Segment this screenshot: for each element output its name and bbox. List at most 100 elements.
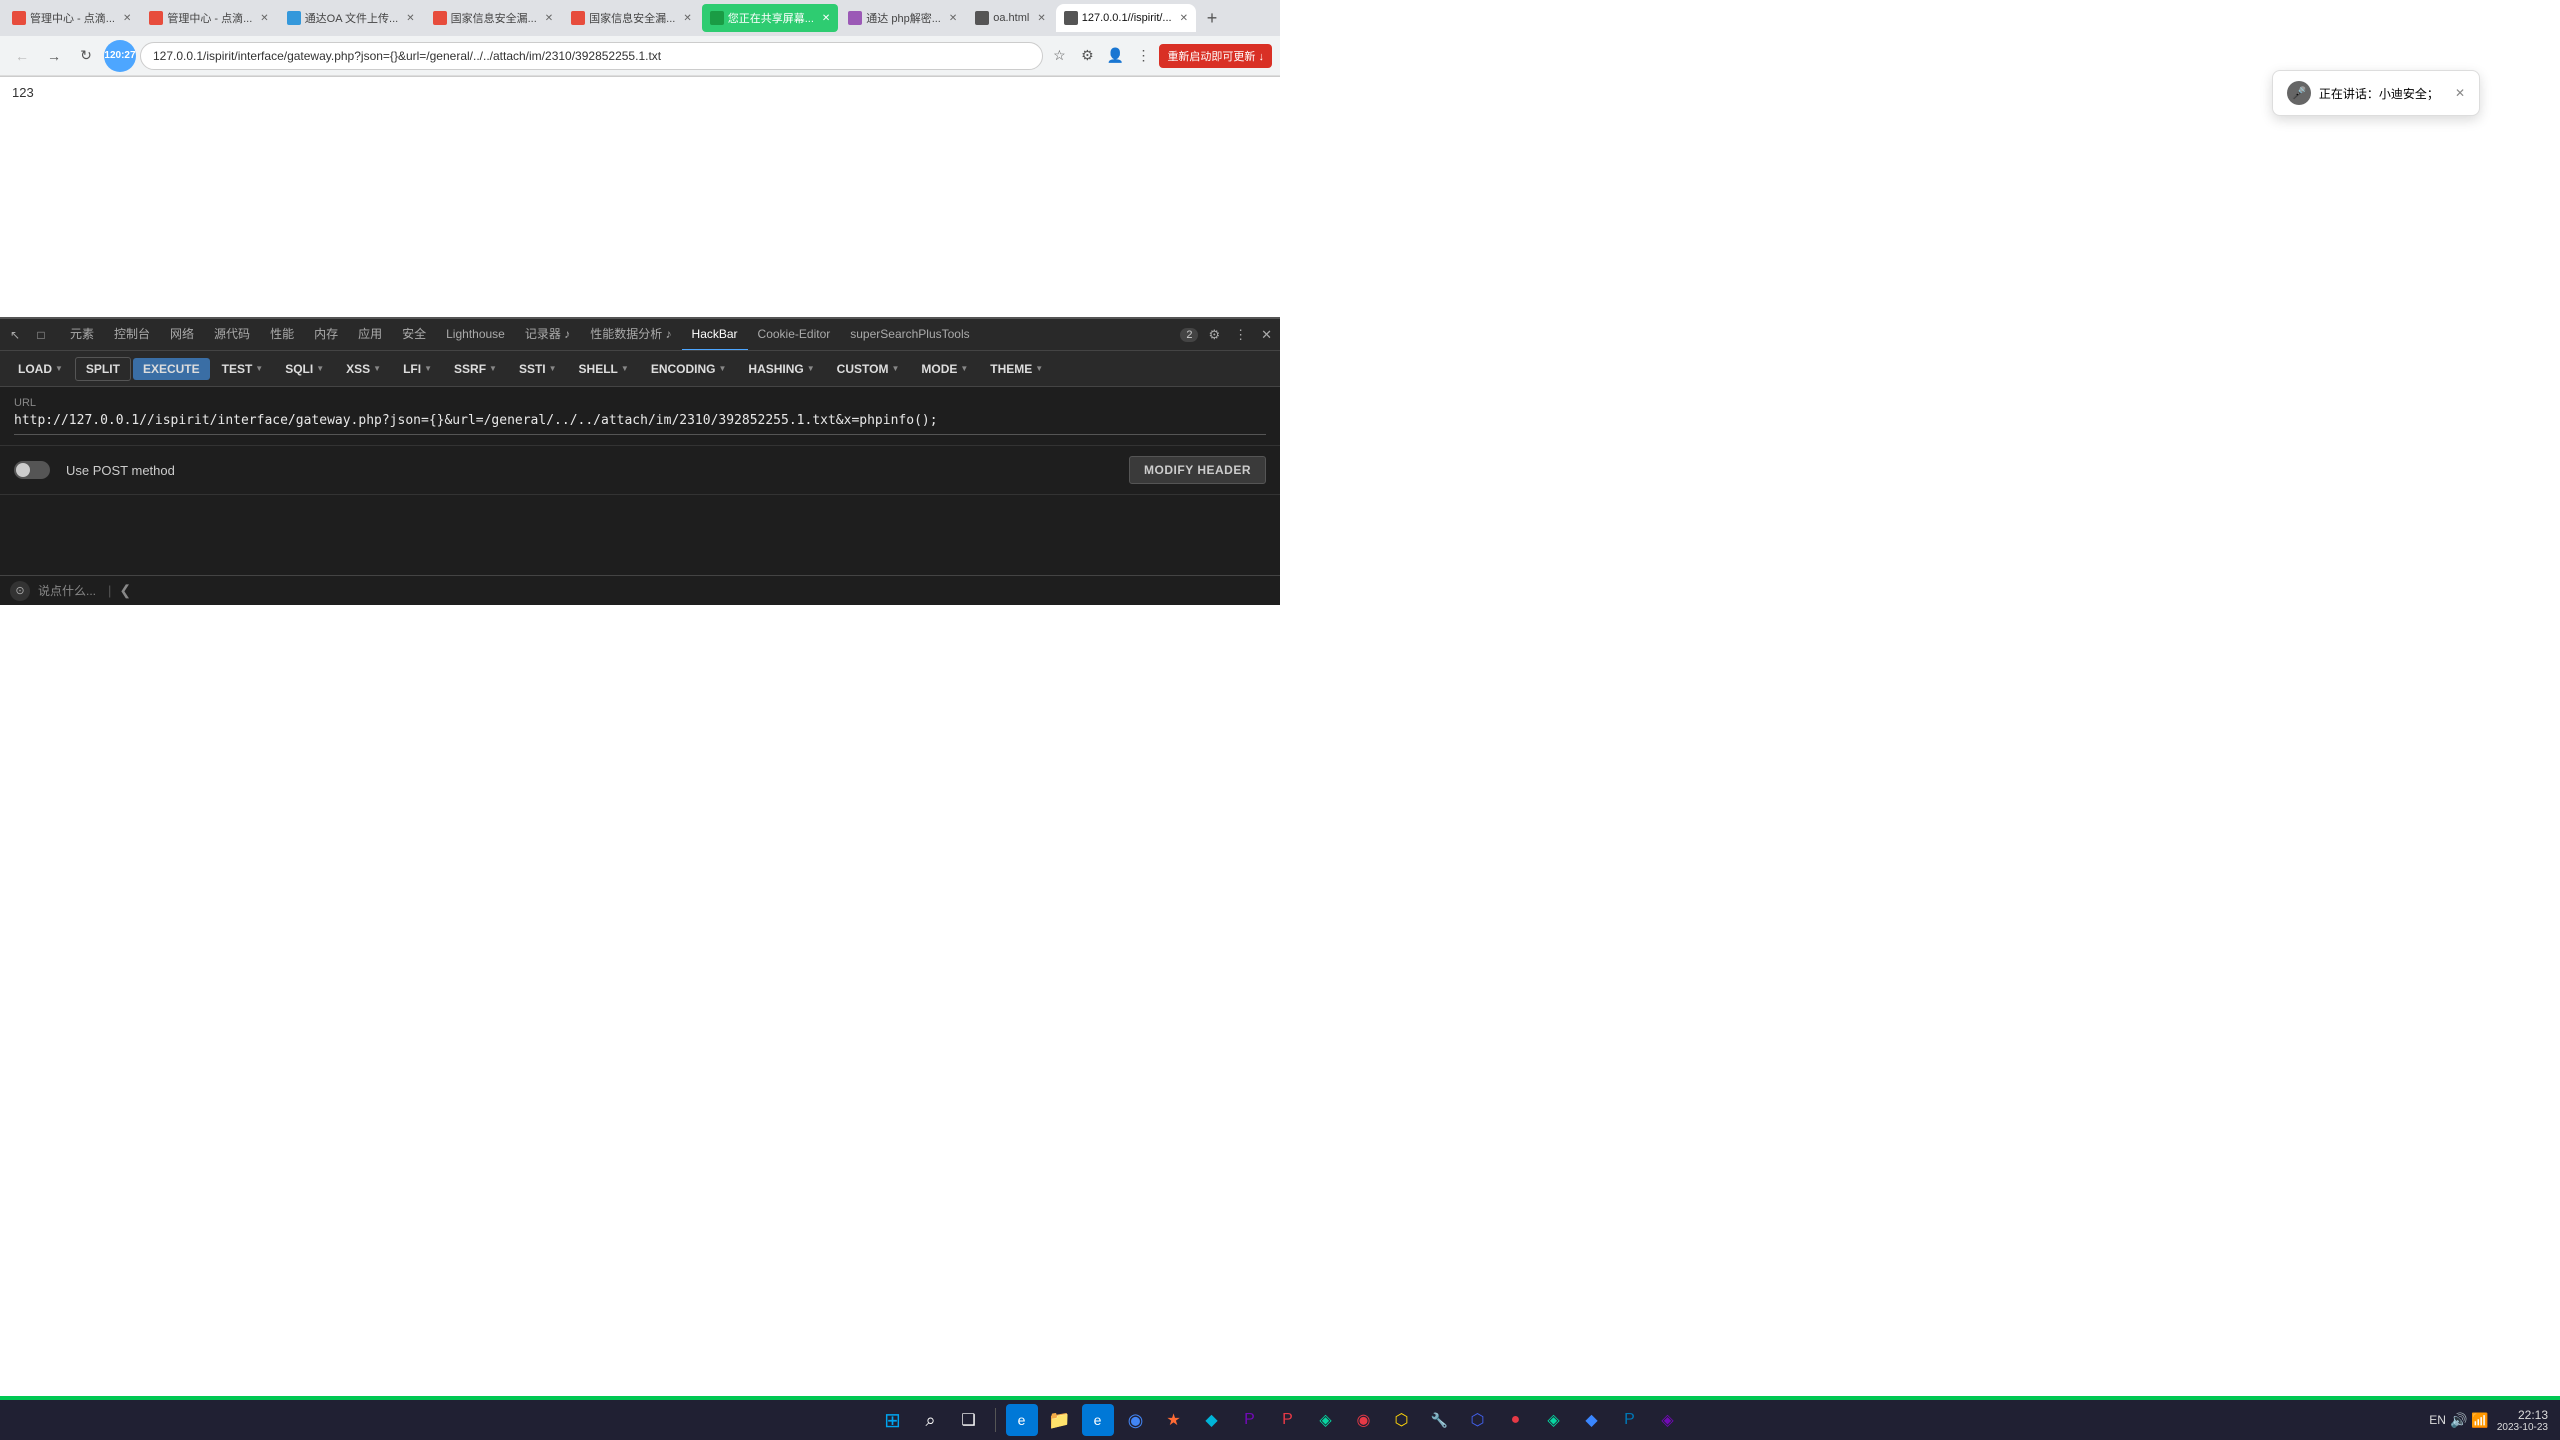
tab-elements[interactable]: 元素 — [60, 319, 104, 351]
hackbar-xss-button[interactable]: XSS ▼ — [336, 358, 391, 380]
extension-icon[interactable]: ⚙ — [1075, 44, 1099, 68]
tab-supersearch[interactable]: superSearchPlusTools — [840, 319, 979, 351]
hackbar-load-button[interactable]: LOAD ▼ — [8, 358, 73, 380]
tab-6[interactable]: 您正在共享屏幕... ✕ — [702, 4, 839, 32]
tab-sources[interactable]: 源代码 — [204, 319, 260, 351]
hackbar-ssti-button[interactable]: SSTI ▼ — [509, 358, 567, 380]
app6-icon[interactable]: ◉ — [1348, 1404, 1380, 1436]
hackbar-encoding-button[interactable]: ENCODING ▼ — [641, 358, 737, 380]
hackbar-hashing-button[interactable]: HASHING ▼ — [738, 358, 824, 380]
hackbar-mode-button[interactable]: MODE ▼ — [911, 358, 978, 380]
hackbar-split-button[interactable]: SPLIT — [75, 357, 131, 381]
app2-icon[interactable]: ◆ — [1196, 1404, 1228, 1436]
app10-icon[interactable]: ● — [1500, 1404, 1532, 1436]
devtools-badge: 2 — [1180, 328, 1198, 342]
system-clock[interactable]: 22:13 2023-10-23 — [2497, 1408, 2548, 1433]
tab-network[interactable]: 网络 — [160, 319, 204, 351]
tab-close-5[interactable]: ✕ — [683, 13, 691, 24]
ssti-arrow: ▼ — [549, 364, 557, 373]
tab-5[interactable]: 国家信息安全漏... ✕ — [563, 4, 700, 32]
explorer-taskbar-icon[interactable]: 📁 — [1044, 1404, 1076, 1436]
notification-close[interactable]: ✕ — [2455, 86, 2465, 100]
hackbar-lfi-button[interactable]: LFI ▼ — [393, 358, 442, 380]
volume-icon[interactable]: 🔊 — [2450, 1412, 2467, 1429]
tab-favicon-8 — [975, 11, 989, 25]
search-icon[interactable]: ⌕ — [915, 1404, 947, 1436]
app14-icon[interactable]: ◈ — [1652, 1404, 1684, 1436]
edge-taskbar-icon[interactable]: e — [1006, 1404, 1038, 1436]
taskbar-right: EN 🔊 📶 22:13 2023-10-23 — [2429, 1408, 2548, 1433]
app13-icon[interactable]: P — [1614, 1404, 1646, 1436]
app12-icon[interactable]: ◆ — [1576, 1404, 1608, 1436]
hackbar-sqli-button[interactable]: SQLI ▼ — [275, 358, 334, 380]
tab-7[interactable]: 通达 php解密... ✕ — [840, 4, 965, 32]
taskview-icon[interactable]: ❑ — [953, 1404, 985, 1436]
tab-close-3[interactable]: ✕ — [406, 13, 414, 24]
hackbar-shell-button[interactable]: SHELL ▼ — [569, 358, 639, 380]
tab-1[interactable]: 管理中心 - 点滴... ✕ — [4, 4, 139, 32]
network-icon[interactable]: 📶 — [2471, 1412, 2488, 1429]
tab-2[interactable]: 管理中心 - 点滴... ✕ — [141, 4, 276, 32]
hackbar-ssrf-button[interactable]: SSRF ▼ — [444, 358, 507, 380]
tab-recorder[interactable]: 记录器 ♪ — [515, 319, 580, 351]
forward-button[interactable]: → — [40, 42, 68, 70]
tab-close-4[interactable]: ✕ — [545, 13, 553, 24]
edge2-taskbar-icon[interactable]: e — [1082, 1404, 1114, 1436]
keyboard-icon: EN — [2429, 1413, 2446, 1427]
post-method-toggle[interactable] — [14, 461, 50, 479]
refresh-button[interactable]: ↻ — [72, 42, 100, 70]
devtools-pointer-icon[interactable]: ↖ — [4, 324, 26, 346]
user-icon[interactable]: 👤 — [1103, 44, 1127, 68]
tab-security[interactable]: 安全 — [392, 319, 436, 351]
tab-close-1[interactable]: ✕ — [123, 13, 131, 24]
tab-8[interactable]: oa.html ✕ — [967, 4, 1053, 32]
url-value[interactable]: http://127.0.0.1//ispirit/interface/gate… — [14, 413, 1266, 435]
devtools-device-icon[interactable]: □ — [30, 324, 52, 346]
tab-console[interactable]: 控制台 — [104, 319, 160, 351]
tab-close-8[interactable]: ✕ — [1037, 13, 1045, 24]
tab-hackbar[interactable]: HackBar — [682, 319, 748, 351]
app8-icon[interactable]: 🔧 — [1424, 1404, 1456, 1436]
app4-icon[interactable]: P — [1272, 1404, 1304, 1436]
windows-icon[interactable]: ⊞ — [877, 1404, 909, 1436]
load-arrow: ▼ — [55, 364, 63, 373]
tab-lighthouse[interactable]: Lighthouse — [436, 319, 515, 351]
hackbar-theme-button[interactable]: THEME ▼ — [980, 358, 1053, 380]
back-button[interactable]: ← — [8, 42, 36, 70]
tab-close-7[interactable]: ✕ — [949, 13, 957, 24]
tab-3[interactable]: 通达OA 文件上传... ✕ — [279, 4, 423, 32]
tab-4[interactable]: 国家信息安全漏... ✕ — [425, 4, 562, 32]
app7-icon[interactable]: ⬡ — [1386, 1404, 1418, 1436]
new-tab-button[interactable]: + — [1198, 4, 1226, 32]
tab-9[interactable]: 127.0.0.1//ispirit/... ✕ — [1056, 4, 1196, 32]
modify-header-button[interactable]: MODIFY HEADER — [1129, 456, 1266, 484]
hackbar-custom-button[interactable]: CUSTOM ▼ — [827, 358, 910, 380]
bookmark-icon[interactable]: ☆ — [1047, 44, 1071, 68]
tab-performance-insights[interactable]: 性能数据分析 ♪ — [580, 319, 681, 351]
app11-icon[interactable]: ◈ — [1538, 1404, 1570, 1436]
tab-close-2[interactable]: ✕ — [260, 13, 268, 24]
menu-icon[interactable]: ⋮ — [1131, 44, 1155, 68]
tab-application[interactable]: 应用 — [348, 319, 392, 351]
tab-close-9[interactable]: ✕ — [1180, 13, 1188, 24]
tab-memory[interactable]: 内存 — [304, 319, 348, 351]
hackbar-execute-button[interactable]: EXECUTE — [133, 358, 210, 380]
app3-icon[interactable]: P — [1234, 1404, 1266, 1436]
app9-icon[interactable]: ⬡ — [1462, 1404, 1494, 1436]
bottom-expand-icon[interactable]: ❮ — [119, 582, 131, 599]
tab-performance[interactable]: 性能 — [260, 319, 304, 351]
restart-button[interactable]: 重新启动即可更新 ↓ — [1159, 44, 1272, 68]
devtools-settings-icon[interactable]: ⚙ — [1204, 325, 1224, 345]
address-bar[interactable]: 127.0.0.1/ispirit/interface/gateway.php?… — [140, 42, 1043, 70]
devtools-more-icon[interactable]: ⋮ — [1230, 325, 1251, 345]
devtools-close-icon[interactable]: ✕ — [1257, 325, 1276, 345]
hashing-arrow: ▼ — [807, 364, 815, 373]
app5-icon[interactable]: ◈ — [1310, 1404, 1342, 1436]
ssrf-arrow: ▼ — [489, 364, 497, 373]
app1-icon[interactable]: ★ — [1158, 1404, 1190, 1436]
bottom-circle-icon[interactable]: ⊙ — [10, 581, 30, 601]
tab-close-6[interactable]: ✕ — [822, 13, 830, 24]
tab-cookie-editor[interactable]: Cookie-Editor — [748, 319, 841, 351]
chrome-taskbar-icon[interactable]: ◉ — [1120, 1404, 1152, 1436]
hackbar-test-button[interactable]: TEST ▼ — [212, 358, 274, 380]
